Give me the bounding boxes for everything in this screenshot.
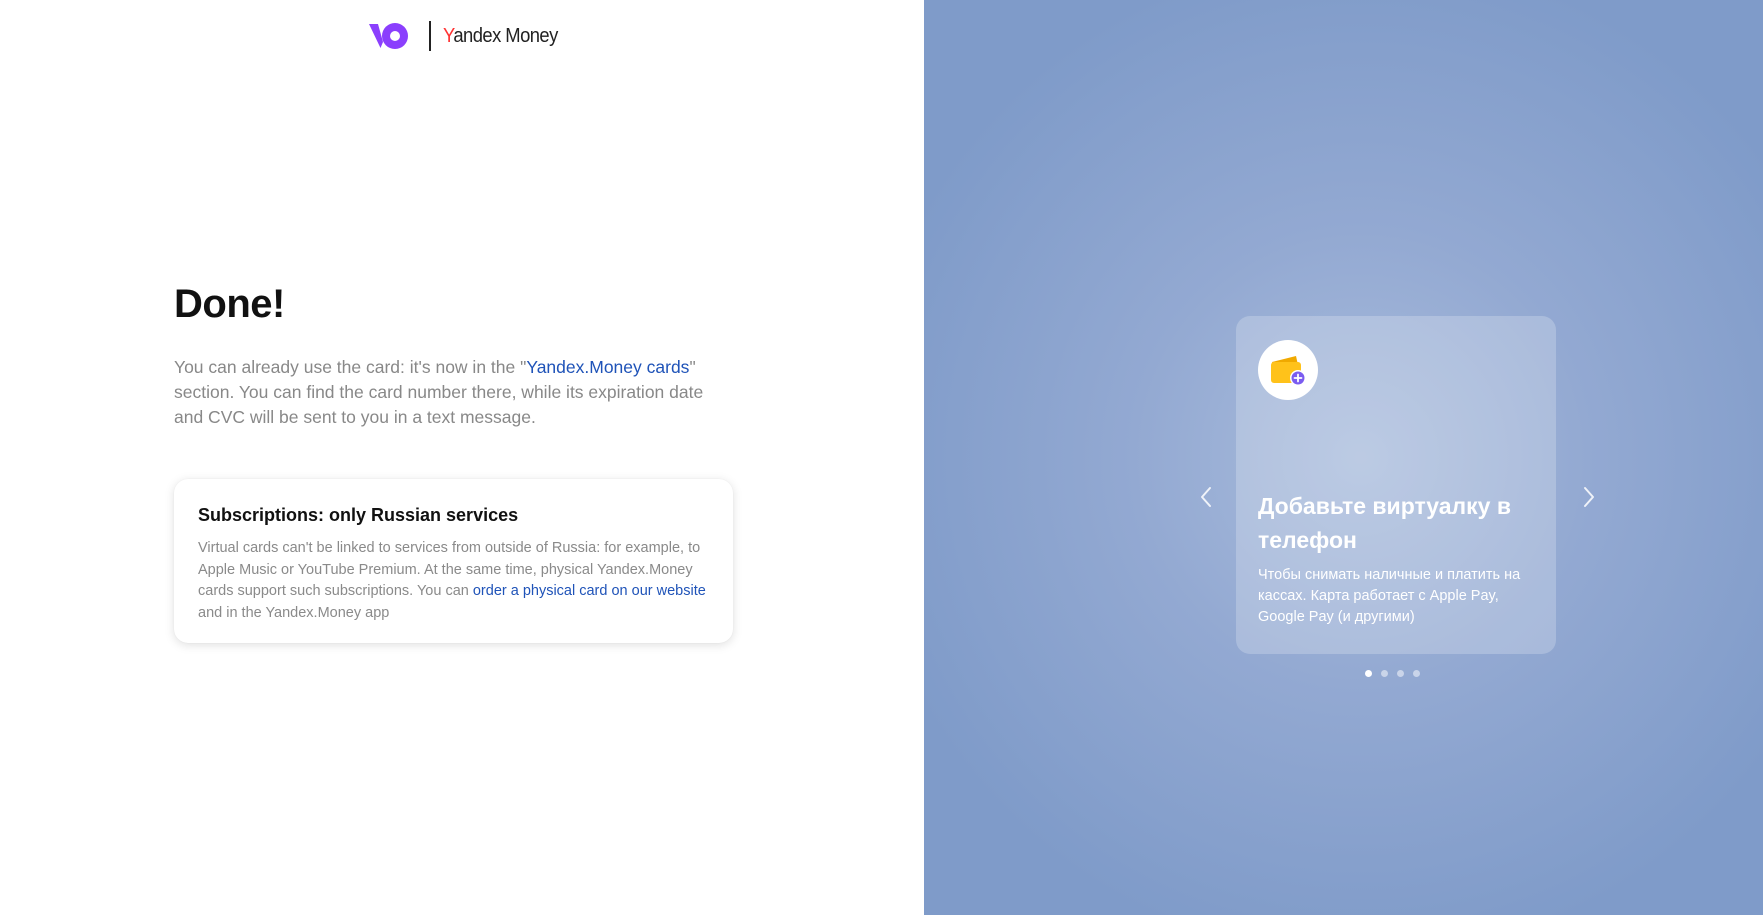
page-title: Done! xyxy=(174,282,285,326)
promo-slide-card: Добавьте виртуалку в телефон Чтобы снима… xyxy=(1236,316,1556,654)
carousel-dot-1[interactable] xyxy=(1365,670,1372,677)
carousel-dot-4[interactable] xyxy=(1413,670,1420,677)
carousel-pagination xyxy=(1365,670,1420,677)
chevron-left-icon xyxy=(1201,487,1211,507)
promo-title: Добавьте виртуалку в телефон xyxy=(1258,493,1511,553)
carousel-prev-button[interactable] xyxy=(1194,482,1218,512)
yoomoney-mark-icon xyxy=(369,23,408,49)
promo-panel: Добавьте виртуалку в телефон Чтобы снима… xyxy=(924,0,1763,915)
logo-divider xyxy=(429,21,431,51)
info-card-title: Subscriptions: only Russian services xyxy=(198,505,519,525)
carousel-dot-2[interactable] xyxy=(1381,670,1388,677)
promo-icon-container xyxy=(1258,340,1318,400)
order-physical-card-link[interactable]: order a physical card on our website xyxy=(473,583,706,599)
yandex-money-cards-link[interactable]: Yandex.Money cards xyxy=(526,357,689,377)
description: You can already use the card: it's now i… xyxy=(174,357,704,427)
promo-text: Чтобы снимать наличные и платить на касс… xyxy=(1258,567,1521,625)
yandex-money-logo[interactable]: Yandex Money xyxy=(368,20,567,52)
carousel-dot-3[interactable] xyxy=(1397,670,1404,677)
left-pane: Yandex Money Done! You can already use t… xyxy=(0,0,924,915)
carousel-next-button[interactable] xyxy=(1577,482,1601,512)
logo-wordmark: Yandex Money xyxy=(442,24,558,47)
info-card-body: Virtual cards can't be linked to service… xyxy=(198,540,706,621)
subscriptions-info-card: Subscriptions: only Russian services Vir… xyxy=(174,479,733,643)
wallet-add-icon xyxy=(1271,356,1306,386)
chevron-right-icon xyxy=(1584,487,1594,507)
